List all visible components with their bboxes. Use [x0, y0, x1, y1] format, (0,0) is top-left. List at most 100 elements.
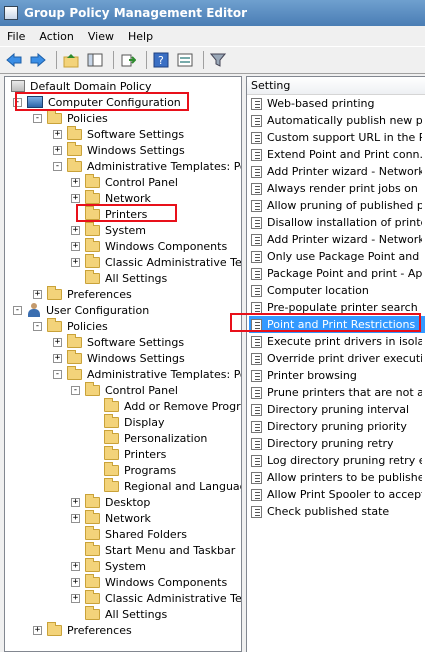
back-button[interactable] [4, 50, 24, 70]
tree-node-start-menu-taskbar[interactable]: Start Menu and Taskbar [85, 541, 235, 558]
tree-node-control-panel[interactable]: + Control Panel [71, 173, 178, 190]
tree-node-classic-admin-templates[interactable]: + Classic Administrative Templ [71, 589, 241, 606]
setting-row[interactable]: Only use Package Point and ... [251, 248, 422, 265]
setting-row[interactable]: Extend Point and Print conn... [251, 146, 422, 163]
setting-row[interactable]: Disallow installation of printe... [251, 214, 422, 231]
tree-node-display[interactable]: Display [104, 413, 165, 430]
setting-row[interactable]: Log directory pruning retry e... [251, 452, 422, 469]
tree-node-computer-configuration[interactable]: - Computer Configuration [13, 94, 181, 110]
setting-row[interactable]: Directory pruning retry [251, 435, 422, 452]
expand-toggle[interactable]: + [71, 577, 80, 587]
tree-node-classic-admin-templates[interactable]: + Classic Administrative Templ [71, 253, 241, 270]
tree-node-personalization[interactable]: Personalization [104, 429, 207, 446]
tree-node-administrative-templates[interactable]: - Administrative Templates: Policy [53, 365, 241, 382]
expand-toggle[interactable]: + [53, 145, 62, 155]
collapse-toggle[interactable]: - [53, 161, 62, 171]
tree-node-shared-folders[interactable]: Shared Folders [85, 525, 187, 542]
tree-node-windows-settings[interactable]: + Windows Settings [53, 141, 185, 158]
expand-toggle[interactable]: + [71, 561, 80, 571]
expand-toggle[interactable]: + [53, 129, 62, 139]
setting-row[interactable]: Always render print jobs on ... [251, 180, 422, 197]
show-hide-tree-button[interactable] [85, 50, 105, 70]
properties-button[interactable] [175, 50, 195, 70]
collapse-toggle[interactable]: - [13, 97, 22, 107]
tree-node-windows-components[interactable]: + Windows Components [71, 573, 227, 590]
forward-button[interactable] [28, 50, 48, 70]
collapse-toggle[interactable]: - [33, 113, 42, 123]
setting-row[interactable]: Directory pruning priority [251, 418, 422, 435]
expand-toggle[interactable]: + [71, 193, 80, 203]
tree-node-default-domain-policy[interactable]: Default Domain Policy [11, 78, 152, 94]
tree-node-printers[interactable]: Printers [104, 445, 166, 462]
menu-file[interactable]: File [0, 30, 32, 43]
tree-node-software-settings[interactable]: + Software Settings [53, 333, 184, 350]
setting-row[interactable]: Web-based printing [251, 95, 422, 112]
expand-toggle[interactable]: + [71, 177, 80, 187]
menu-action[interactable]: Action [32, 30, 80, 43]
tree-node-software-settings[interactable]: + Software Settings [53, 125, 184, 142]
setting-row[interactable]: Add Printer wizard - Network... [251, 163, 422, 180]
tree-node-network[interactable]: + Network [71, 509, 151, 526]
setting-row[interactable]: Package Point and print - Ap... [251, 265, 422, 282]
expand-toggle[interactable]: + [71, 241, 80, 251]
tree-node-system[interactable]: + System [71, 221, 146, 238]
settings-list-pane[interactable]: Setting Web-based printing Automatically… [246, 76, 425, 652]
filter-button[interactable] [208, 50, 228, 70]
tree-node-network[interactable]: + Network [71, 189, 151, 206]
collapse-toggle[interactable]: - [33, 321, 42, 331]
up-one-level-button[interactable] [61, 50, 81, 70]
expand-toggle[interactable]: + [71, 513, 80, 523]
tree-node-preferences[interactable]: + Preferences [33, 285, 132, 302]
tree-node-policies[interactable]: - Policies [33, 109, 108, 126]
expand-toggle[interactable]: + [33, 289, 42, 299]
collapse-toggle[interactable]: - [53, 369, 62, 379]
tree-node-control-panel[interactable]: - Control Panel [71, 381, 178, 398]
tree-node-desktop[interactable]: + Desktop [71, 493, 150, 510]
tree-node-administrative-templates[interactable]: - Administrative Templates: Policy [53, 157, 241, 174]
tree-node-windows-components[interactable]: + Windows Components [71, 237, 227, 254]
tree-node-add-remove-programs[interactable]: Add or Remove Program [104, 397, 241, 414]
tree-node-regional-language[interactable]: Regional and Language [104, 477, 241, 494]
expand-toggle[interactable]: + [71, 257, 80, 267]
tree-node-windows-settings[interactable]: + Windows Settings [53, 349, 185, 366]
setting-row[interactable]: Override print driver executi... [251, 350, 422, 367]
policy-setting-icon [251, 471, 262, 484]
setting-row[interactable]: Check published state [251, 503, 422, 520]
column-header-setting[interactable]: Setting [247, 77, 425, 95]
expand-toggle[interactable]: + [71, 225, 80, 235]
setting-row[interactable]: Computer location [251, 282, 422, 299]
console-tree-pane[interactable]: Default Domain Policy - Computer Configu… [4, 76, 242, 652]
expand-toggle[interactable]: + [71, 497, 80, 507]
tree-node-printers[interactable]: Printers [85, 205, 147, 222]
policy-setting-icon [251, 420, 262, 433]
setting-row[interactable]: Allow pruning of published pr... [251, 197, 422, 214]
setting-row[interactable]: Custom support URL in the P... [251, 129, 422, 146]
menu-help[interactable]: Help [121, 30, 160, 43]
tree-node-user-configuration[interactable]: - User Configuration [13, 302, 149, 318]
setting-row[interactable]: Allow printers to be published [251, 469, 422, 486]
setting-row[interactable]: Printer browsing [251, 367, 422, 384]
setting-row[interactable]: Allow Print Spooler to accept... [251, 486, 422, 503]
help-button[interactable]: ? [151, 50, 171, 70]
setting-row-selected[interactable]: Point and Print Restrictions [249, 316, 425, 333]
setting-row[interactable]: Execute print drivers in isola... [251, 333, 422, 350]
setting-row[interactable]: Automatically publish new pri... [251, 112, 422, 129]
collapse-toggle[interactable]: - [13, 305, 22, 315]
expand-toggle[interactable]: + [53, 337, 62, 347]
tree-node-all-settings[interactable]: All Settings [85, 605, 167, 622]
collapse-toggle[interactable]: - [71, 385, 80, 395]
export-list-button[interactable] [118, 50, 138, 70]
tree-node-system[interactable]: + System [71, 557, 146, 574]
setting-row[interactable]: Add Printer wizard - Network... [251, 231, 422, 248]
expand-toggle[interactable]: + [33, 625, 42, 635]
tree-node-policies[interactable]: - Policies [33, 317, 108, 334]
expand-toggle[interactable]: + [53, 353, 62, 363]
setting-row[interactable]: Directory pruning interval [251, 401, 422, 418]
tree-node-preferences[interactable]: + Preferences [33, 621, 132, 638]
tree-node-programs[interactable]: Programs [104, 461, 176, 478]
tree-node-all-settings[interactable]: All Settings [85, 269, 167, 286]
expand-toggle[interactable]: + [71, 593, 80, 603]
setting-row[interactable]: Prune printers that are not a... [251, 384, 422, 401]
setting-row[interactable]: Pre-populate printer search l... [251, 299, 422, 316]
menu-view[interactable]: View [81, 30, 121, 43]
